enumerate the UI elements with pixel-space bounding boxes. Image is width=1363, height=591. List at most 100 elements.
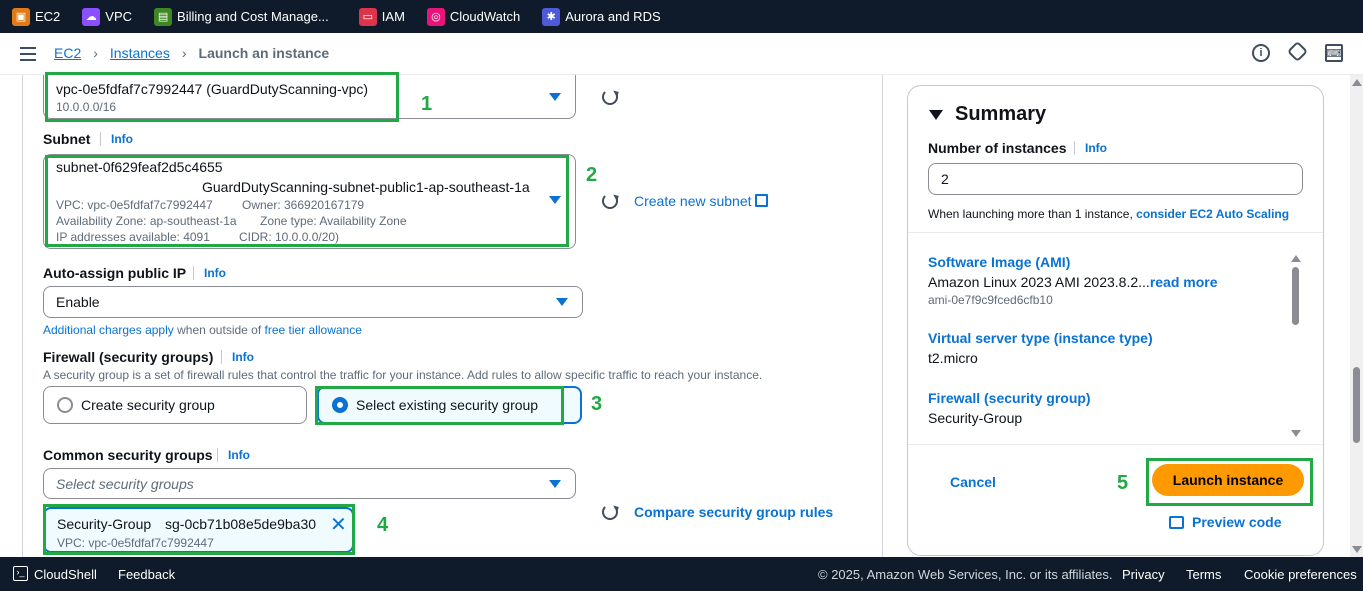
chevron-right-icon: ›: [181, 45, 187, 61]
public-ip-select[interactable]: Enable: [43, 286, 583, 318]
create-security-group-option[interactable]: Create security group: [43, 386, 307, 424]
privacy-link[interactable]: Privacy: [1122, 567, 1165, 582]
breadcrumb: EC2 › Instances › Launch an instance: [54, 45, 329, 61]
summary-panel: Summary Number of instances Info 2 When …: [907, 85, 1324, 556]
cloudshell-button[interactable]: CloudShell: [34, 567, 97, 582]
common-sg-select[interactable]: Select security groups: [43, 468, 576, 499]
summary-actions: Cancel 5 Launch instance Preview code: [908, 444, 1323, 556]
annotation-4: 4: [377, 514, 389, 536]
ami-id: ami-0e7f9c9fced6cfb10: [928, 293, 1053, 307]
highlight-box-2: [45, 155, 569, 247]
network-settings-panel: vpc-0e5fdfaf7c7992447 (GuardDutyScanning…: [22, 72, 883, 557]
fav-vpc[interactable]: ☁ VPC: [82, 7, 133, 26]
annotation-5: 5: [1117, 472, 1129, 494]
fav-label: VPC: [105, 9, 133, 24]
public-ip-info-link[interactable]: Info: [193, 266, 226, 280]
fav-label: EC2: [35, 9, 61, 24]
preview-code-button[interactable]: Preview code: [1169, 514, 1282, 530]
hint-text: When launching more than 1 instance,: [928, 207, 1133, 221]
fav-rds[interactable]: ✱ Aurora and RDS: [542, 7, 661, 26]
vpc-icon: ☁: [82, 7, 101, 26]
fav-billing[interactable]: ▤ Billing and Cost Manage...: [154, 7, 329, 26]
firewall-summary-heading[interactable]: Firewall (security group): [928, 390, 1091, 406]
refresh-icon[interactable]: [602, 193, 618, 209]
scroll-down-icon[interactable]: [1352, 546, 1362, 553]
public-ip-value: Enable: [56, 294, 100, 310]
breadcrumb-ec2[interactable]: EC2: [54, 45, 81, 61]
auto-scaling-link[interactable]: consider EC2 Auto Scaling: [1136, 207, 1289, 221]
cloudwatch-icon: ◎: [426, 7, 445, 26]
fav-cloudwatch[interactable]: ◎ CloudWatch: [426, 7, 521, 26]
code-preview-icon: [1169, 516, 1184, 529]
common-sg-placeholder: Select security groups: [56, 476, 194, 492]
instances-info-link[interactable]: Info: [1074, 141, 1107, 155]
chevron-down-icon: [556, 298, 568, 306]
summary-details: Software Image (AMI) Amazon Linux 2023 A…: [908, 232, 1323, 444]
additional-charges-link[interactable]: Additional charges apply: [43, 323, 174, 337]
ami-heading[interactable]: Software Image (AMI): [928, 254, 1070, 270]
iam-icon: ▭: [358, 7, 377, 26]
option-label: Create security group: [81, 397, 215, 413]
instances-input[interactable]: 2: [928, 163, 1303, 195]
fav-label: Billing and Cost Manage...: [177, 9, 329, 24]
summary-scrollbar-thumb[interactable]: [1292, 267, 1299, 325]
fav-label: CloudWatch: [449, 9, 521, 24]
radio-unselected: [57, 397, 73, 413]
scroll-up-icon[interactable]: [1291, 255, 1301, 262]
chevron-down-icon: [549, 93, 561, 101]
create-subnet-link[interactable]: Create new subnet: [634, 193, 769, 209]
settings-hex-icon[interactable]: [1286, 40, 1309, 63]
cookie-preferences-link[interactable]: Cookie preferences: [1244, 567, 1357, 582]
fav-label: IAM: [381, 9, 405, 24]
subnet-info-link[interactable]: Info: [100, 132, 133, 146]
cloudshell-icon[interactable]: ›_: [13, 566, 28, 581]
fav-label: Aurora and RDS: [565, 9, 661, 24]
firewall-info-link[interactable]: Info: [221, 350, 254, 364]
chevron-down-icon: [549, 480, 561, 488]
refresh-icon[interactable]: [602, 504, 618, 520]
firewall-label: Firewall (security groups): [43, 349, 214, 365]
ami-read-more-link[interactable]: read more: [1150, 274, 1218, 290]
compare-sg-rules-link[interactable]: Compare security group rules: [634, 504, 833, 520]
highlight-box-5: [1146, 458, 1313, 506]
chevron-right-icon: ›: [93, 45, 98, 61]
breadcrumb-current: Launch an instance: [198, 45, 330, 61]
summary-title: Summary: [955, 103, 1047, 125]
highlight-box-3: [315, 386, 564, 425]
billing-icon: ▤: [154, 7, 173, 26]
cancel-button[interactable]: Cancel: [950, 474, 996, 490]
annotation-3: 3: [591, 393, 603, 415]
console-footer: ›_ CloudShell Feedback © 2025, Amazon We…: [0, 557, 1363, 591]
copyright-text: © 2025, Amazon Web Services, Inc. or its…: [818, 567, 1113, 582]
free-tier-link[interactable]: free tier allowance: [265, 323, 362, 337]
scroll-down-icon[interactable]: [1291, 430, 1301, 437]
caret-down-icon: [929, 109, 943, 120]
rds-icon: ✱: [542, 7, 561, 26]
terms-link[interactable]: Terms: [1186, 567, 1221, 582]
public-ip-label: Auto-assign public IP: [43, 265, 187, 281]
breadcrumb-instances[interactable]: Instances: [110, 45, 170, 61]
scroll-up-icon[interactable]: [1352, 79, 1362, 86]
preview-code-icon[interactable]: ⌨: [1325, 44, 1343, 62]
summary-header[interactable]: Summary: [929, 103, 1046, 126]
highlight-box-4: [43, 504, 355, 555]
autoscaling-hint: When launching more than 1 instance, con…: [928, 207, 1289, 221]
charges-text: when outside of: [177, 323, 262, 337]
instance-type-heading[interactable]: Virtual server type (instance type): [928, 330, 1153, 346]
firewall-description: A security group is a set of firewall ru…: [43, 368, 763, 382]
page-scrollbar[interactable]: [1350, 75, 1363, 557]
ami-value: Amazon Linux 2023 AMI 2023.8.2...read mo…: [928, 274, 1218, 290]
common-sg-label: Common security groups: [43, 447, 213, 463]
common-sg-info-link[interactable]: Info: [217, 448, 250, 462]
ec2-icon: ▣: [12, 7, 30, 26]
fav-ec2[interactable]: ▣ EC2: [12, 7, 61, 26]
fav-iam[interactable]: ▭ IAM: [358, 7, 405, 26]
page-scrollbar-thumb[interactable]: [1353, 367, 1360, 443]
refresh-icon[interactable]: [602, 89, 618, 105]
charges-note: Additional charges apply when outside of…: [43, 323, 362, 337]
info-icon[interactable]: i: [1252, 44, 1270, 62]
menu-icon[interactable]: [20, 47, 36, 61]
feedback-button[interactable]: Feedback: [118, 567, 175, 582]
page-header: EC2 › Instances › Launch an instance i ⌨: [0, 33, 1363, 75]
subnet-label: Subnet: [43, 131, 91, 147]
